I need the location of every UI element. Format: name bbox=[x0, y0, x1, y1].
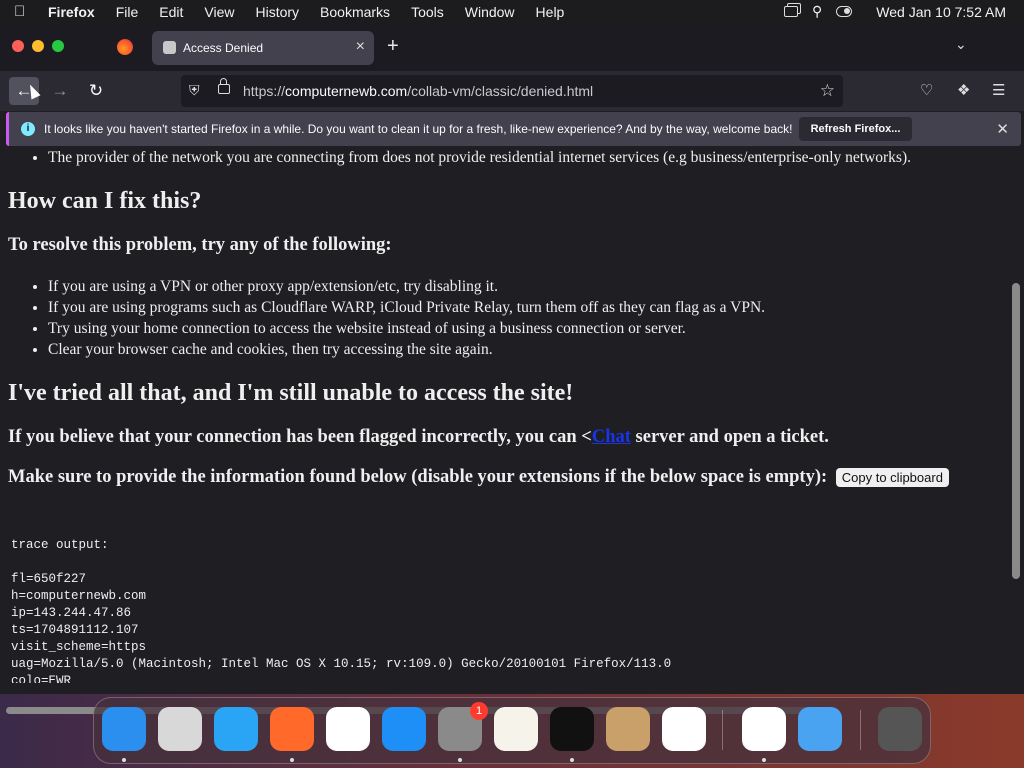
safari-icon[interactable] bbox=[214, 707, 258, 751]
textedit-icon[interactable] bbox=[494, 707, 538, 751]
chat-link[interactable]: Chat bbox=[592, 427, 631, 447]
menu-clock[interactable]: Wed Jan 10 7:52 AM bbox=[876, 4, 1006, 20]
vscode-icon[interactable] bbox=[662, 707, 706, 751]
pocket-icon[interactable]: ♡ bbox=[920, 81, 933, 99]
visual-studio-icon[interactable] bbox=[742, 707, 786, 751]
firefox-icon[interactable] bbox=[270, 707, 314, 751]
running-indicator bbox=[458, 758, 462, 762]
garageband-icon[interactable] bbox=[606, 707, 650, 751]
running-indicator bbox=[762, 758, 766, 762]
list-item: The provider of the network you are conn… bbox=[48, 150, 911, 168]
running-indicator bbox=[290, 758, 294, 762]
url-text[interactable]: https://computernewb.com/collab-vm/class… bbox=[243, 83, 593, 99]
list-item: If you are using a VPN or other proxy ap… bbox=[48, 276, 765, 297]
list-item: If you are using programs such as Cloudf… bbox=[48, 297, 765, 318]
app-store-icon[interactable] bbox=[382, 707, 426, 751]
tracking-protection-shield-icon[interactable]: ⛨ bbox=[189, 82, 200, 99]
close-tab-icon[interactable]: × bbox=[356, 38, 365, 56]
chrome-icon[interactable] bbox=[326, 707, 370, 751]
notification-badge: 1 bbox=[470, 702, 488, 720]
heading-fix: How can I fix this? bbox=[8, 188, 202, 214]
menu-app-name[interactable]: Firefox bbox=[48, 4, 95, 20]
weather-icon[interactable] bbox=[798, 707, 842, 751]
info-icon: i bbox=[21, 122, 35, 136]
page-content: The provider of the network you are conn… bbox=[0, 150, 1010, 683]
menu-edit[interactable]: Edit bbox=[159, 4, 183, 20]
apple-menu-icon[interactable]:  bbox=[14, 3, 32, 20]
refresh-firefox-button[interactable]: Refresh Firefox... bbox=[799, 117, 912, 141]
menu-view[interactable]: View bbox=[204, 4, 234, 20]
terminal-icon[interactable] bbox=[550, 707, 594, 751]
vertical-scrollbar[interactable] bbox=[1012, 283, 1020, 579]
trace-output: trace output: fl=650f227 h=computernewb.… bbox=[11, 538, 672, 683]
notification-message: It looks like you haven't started Firefo… bbox=[44, 122, 793, 136]
trash-icon[interactable] bbox=[878, 707, 922, 751]
menu-help[interactable]: Help bbox=[536, 4, 565, 20]
list-item: Try using your home connection to access… bbox=[48, 318, 765, 339]
close-window-button[interactable] bbox=[12, 40, 24, 52]
flagged-paragraph: If you believe that your connection has … bbox=[8, 427, 829, 447]
heading-still-unable: I've tried all that, and I'm still unabl… bbox=[8, 380, 574, 406]
running-indicator bbox=[570, 758, 574, 762]
provide-info-paragraph: Make sure to provide the information fou… bbox=[8, 467, 949, 488]
bookmark-star-icon[interactable]: ☆ bbox=[820, 81, 835, 101]
list-all-tabs-chevron-down-icon[interactable]: ⌄ bbox=[955, 36, 967, 53]
minimize-window-button[interactable] bbox=[32, 40, 44, 52]
tab-bar: Access Denied × + ⌄ bbox=[0, 23, 1024, 71]
zoom-window-button[interactable] bbox=[52, 40, 64, 52]
firefox-window: Access Denied × + ⌄ ← → ↻ ⛨ https://comp… bbox=[0, 23, 1024, 714]
screen-mirroring-icon[interactable] bbox=[784, 6, 799, 17]
spotlight-search-icon[interactable]: ⚲ bbox=[812, 3, 822, 20]
menu-file[interactable]: File bbox=[116, 4, 139, 20]
running-indicator bbox=[122, 758, 126, 762]
finder-icon[interactable] bbox=[102, 707, 146, 751]
copy-to-clipboard-button[interactable]: Copy to clipboard bbox=[835, 468, 949, 488]
menu-bookmarks[interactable]: Bookmarks bbox=[320, 4, 390, 20]
firefox-view-icon[interactable] bbox=[117, 39, 133, 55]
forward-button[interactable]: → bbox=[45, 77, 75, 105]
dock-separator bbox=[722, 710, 723, 750]
tab-access-denied[interactable]: Access Denied × bbox=[152, 31, 374, 65]
dock bbox=[93, 697, 931, 764]
menu-bar:  Firefox File Edit View History Bookmar… bbox=[0, 0, 1024, 23]
site-favicon-icon bbox=[163, 41, 176, 54]
heading-resolve: To resolve this problem, try any of the … bbox=[8, 235, 392, 255]
provider-list: The provider of the network you are conn… bbox=[0, 150, 911, 168]
lock-icon[interactable] bbox=[218, 78, 230, 94]
fix-list: If you are using a VPN or other proxy ap… bbox=[0, 276, 765, 360]
menu-window[interactable]: Window bbox=[465, 4, 515, 20]
menu-tools[interactable]: Tools bbox=[411, 4, 444, 20]
close-notification-icon[interactable]: ✕ bbox=[996, 120, 1009, 138]
tab-title: Access Denied bbox=[183, 41, 264, 55]
menu-history[interactable]: History bbox=[255, 4, 299, 20]
new-tab-icon[interactable]: + bbox=[387, 35, 399, 58]
list-item: Clear your browser cache and cookies, th… bbox=[48, 339, 765, 360]
control-center-icon[interactable] bbox=[836, 6, 853, 17]
reload-button[interactable]: ↻ bbox=[81, 77, 111, 105]
navigation-toolbar: ← → ↻ ⛨ https://computernewb.com/collab-… bbox=[0, 71, 1024, 111]
launchpad-icon[interactable] bbox=[158, 707, 202, 751]
hamburger-menu-icon[interactable]: ☰ bbox=[992, 81, 1005, 99]
address-bar[interactable]: ⛨ https://computernewb.com/collab-vm/cla… bbox=[181, 75, 843, 107]
notification-bar: i It looks like you haven't started Fire… bbox=[6, 112, 1021, 146]
dock-separator bbox=[860, 710, 861, 750]
extensions-puzzle-icon[interactable]: ❖ bbox=[957, 81, 970, 99]
